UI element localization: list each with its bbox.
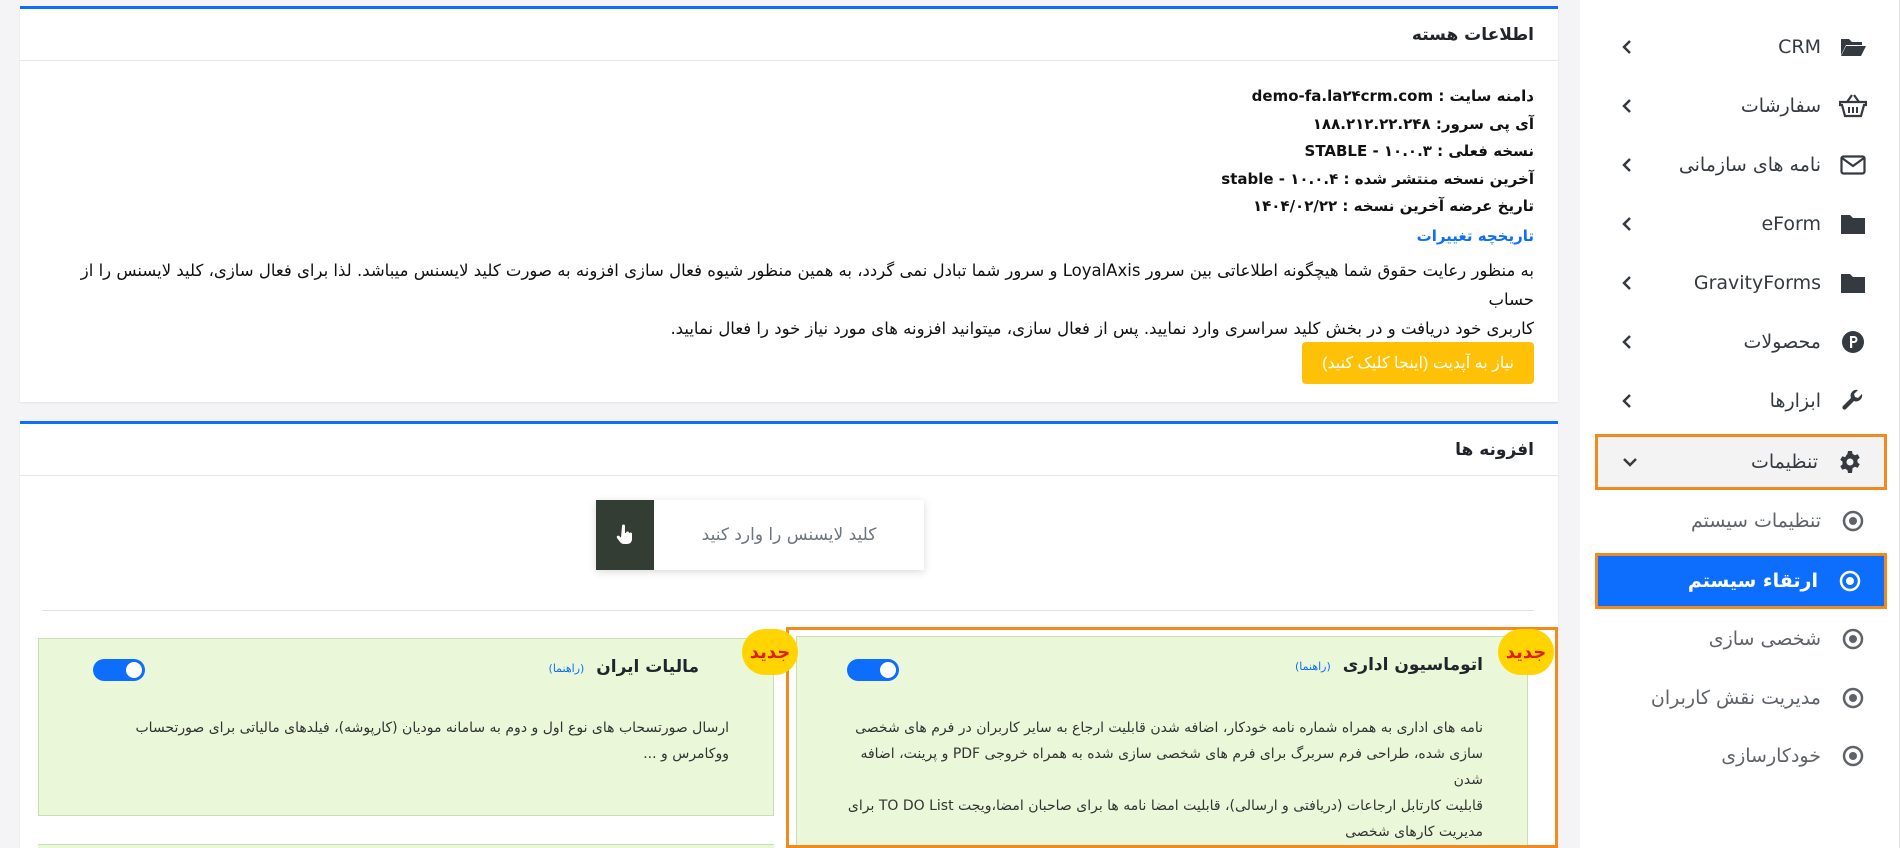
core-info-lines: دامنه سایت : demo-fa.la۲۴crm.com آی پی س… xyxy=(20,61,1558,250)
addon-description: ارسال صورتسحاب های نوع اول و دوم به ساما… xyxy=(89,715,730,767)
circle-dot-icon xyxy=(1836,567,1864,595)
core-info-card: اطلاعات هسته دامنه سایت : demo-fa.la۲۴cr… xyxy=(20,6,1558,402)
sidebar: CRM سفارشات نامه های سازمانی eForm Gravi… xyxy=(1582,0,1900,848)
sidebar-item-label: تنظیمات xyxy=(1750,451,1818,473)
sidebar-item-label: نامه های سازمانی xyxy=(1678,154,1821,176)
addon-card-iran-tax: مالیات ایران (راهنما) ارسال صورتسحاب های… xyxy=(38,638,774,816)
update-button[interactable]: نیاز به آپدیت (اینجا کلیک کنید) xyxy=(1302,342,1534,384)
sidebar-item-eform[interactable]: eForm xyxy=(1595,196,1887,252)
folder-icon xyxy=(1839,269,1867,297)
current-version-line: نسخه فعلی : ۱۰.۰.۳ - STABLE xyxy=(1304,142,1534,160)
sidebar-subitem-automation[interactable]: خودکارسازی xyxy=(1595,728,1887,784)
chevron-left-icon xyxy=(1615,35,1639,59)
sidebar-subitem-personalization[interactable]: شخصی سازی xyxy=(1595,611,1887,667)
sidebar-item-label: ابزارها xyxy=(1769,390,1821,412)
new-badge: جدید xyxy=(742,629,798,675)
chevron-left-icon xyxy=(1615,212,1639,236)
core-info-title: اطلاعات هسته xyxy=(20,9,1558,61)
changelog-link[interactable]: تاریخچه تغییرات xyxy=(1417,227,1534,245)
sidebar-item-gravityforms[interactable]: GravityForms xyxy=(1595,255,1887,311)
circle-dot-icon xyxy=(1839,684,1867,712)
circle-dot-icon xyxy=(1839,507,1867,535)
sidebar-item-label: خودکارسازی xyxy=(1721,745,1821,767)
sidebar-item-orders[interactable]: سفارشات xyxy=(1595,78,1887,134)
circle-dot-icon xyxy=(1839,742,1867,770)
addon-desc-line: ارسال صورتسحاب های نوع اول و دوم به ساما… xyxy=(135,720,730,736)
sidebar-item-label: ارتقاء سیستم xyxy=(1687,570,1818,592)
addon-toggle[interactable] xyxy=(93,659,145,681)
hand-pointer-icon[interactable] xyxy=(596,500,654,570)
release-date-line: تاریخ عرضه آخرین نسخه : ۱۴۰۴/۰۲/۲۲ xyxy=(1252,197,1534,215)
chevron-left-icon xyxy=(1615,271,1639,295)
folder-open-icon xyxy=(1839,33,1867,61)
paragraph-line-2: کاربری خود دریافت و در بخش کلید سراسری و… xyxy=(670,319,1534,338)
chevron-down-icon xyxy=(1618,450,1642,474)
license-key-box xyxy=(596,500,924,570)
site-domain-line: دامنه سایت : demo-fa.la۲۴crm.com xyxy=(1251,87,1534,105)
new-badge: جدید xyxy=(1498,629,1554,675)
sidebar-item-label: محصولات xyxy=(1743,331,1821,353)
next-addon-card-edge xyxy=(38,844,774,848)
chevron-left-icon xyxy=(1615,330,1639,354)
envelope-icon xyxy=(1839,151,1867,179)
sidebar-item-label: شخصی سازی xyxy=(1708,628,1821,650)
server-ip-line: آی پی سرور: ۱۸۸.۲۱۲.۲۲.۲۴۸ xyxy=(1312,114,1534,133)
addon-desc-line: ووکامرس و ... xyxy=(643,746,729,762)
sidebar-item-products[interactable]: محصولات xyxy=(1595,314,1887,370)
main-content: اطلاعات هسته دامنه سایت : demo-fa.la۲۴cr… xyxy=(0,0,1580,848)
highlight-frame xyxy=(786,627,1558,848)
basket-icon xyxy=(1839,92,1867,120)
toggle-knob xyxy=(126,662,142,678)
sidebar-item-label: GravityForms xyxy=(1693,272,1821,294)
folder-icon xyxy=(1839,210,1867,238)
product-p-icon xyxy=(1839,328,1867,356)
license-info-paragraph: به منظور رعایت حقوق شما هیچگونه اطلاعاتی… xyxy=(20,256,1558,343)
paragraph-line-1: به منظور رعایت حقوق شما هیچگونه اطلاعاتی… xyxy=(80,261,1534,309)
chevron-left-icon xyxy=(1615,389,1639,413)
addon-guide-link[interactable]: (راهنما) xyxy=(549,662,585,675)
addons-divider xyxy=(42,610,1534,611)
addon-title: مالیات ایران (راهنما) xyxy=(549,657,699,677)
circle-dot-icon xyxy=(1839,625,1867,653)
latest-version-line: آخرین نسخه منتشر شده : ۱۰.۰.۴ - stable xyxy=(1221,169,1534,188)
sidebar-item-crm[interactable]: CRM xyxy=(1595,19,1887,75)
chevron-left-icon xyxy=(1615,94,1639,118)
sidebar-subitem-system-upgrade[interactable]: ارتقاء سیستم xyxy=(1595,553,1887,609)
sidebar-item-settings[interactable]: تنظیمات xyxy=(1595,434,1887,490)
sidebar-item-label: CRM xyxy=(1778,36,1821,58)
chevron-left-icon xyxy=(1615,153,1639,177)
gear-icon xyxy=(1836,448,1864,476)
sidebar-item-label: مدیریت نقش کاربران xyxy=(1650,687,1821,709)
license-key-input[interactable] xyxy=(654,500,924,570)
sidebar-subitem-user-roles[interactable]: مدیریت نقش کاربران xyxy=(1595,670,1887,726)
sidebar-item-label: سفارشات xyxy=(1740,95,1821,117)
sidebar-item-label: eForm xyxy=(1761,213,1821,235)
wrench-icon xyxy=(1839,387,1867,415)
sidebar-item-label: تنظیمات سیستم xyxy=(1690,510,1821,532)
sidebar-item-tools[interactable]: ابزارها xyxy=(1595,373,1887,429)
sidebar-item-letters[interactable]: نامه های سازمانی xyxy=(1595,137,1887,193)
addon-title-text: مالیات ایران xyxy=(596,657,699,677)
sidebar-subitem-system-settings[interactable]: تنظیمات سیستم xyxy=(1595,493,1887,549)
addons-title: افزونه ها xyxy=(20,424,1558,476)
